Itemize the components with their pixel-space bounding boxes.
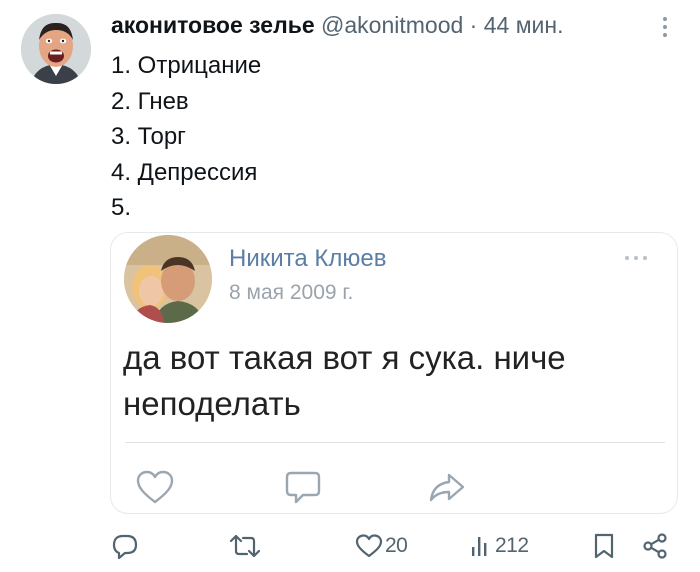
retweet-button[interactable] [229,528,261,564]
tweet-line: 2. Гнев [111,87,189,115]
more-options-icon[interactable] [655,14,675,40]
quoted-post-date: 8 мая 2009 г. [229,281,354,304]
views-bar-chart-icon [472,537,487,556]
tweet-line: 4. Депрессия [111,158,258,186]
reply-icon [112,534,138,560]
bookmark-button[interactable] [593,528,615,564]
quoted-avatar [124,235,212,323]
heart-outline-icon [135,469,175,507]
like-button[interactable]: 20 [355,528,408,564]
share-button[interactable] [641,528,669,564]
quoted-divider [125,442,665,443]
comment-bubble-icon [283,469,323,507]
author-avatar[interactable] [21,14,91,84]
tweet-text: 1. Отрицание 2. Гнев 3. Торг 4. Депресси… [111,48,261,226]
retweet-icon [229,534,261,558]
embedded-image-card[interactable]: Никита Клюев 8 мая 2009 г. да вот такая … [110,232,678,514]
view-count: 212 [495,534,529,557]
tweet-line: 1. Отрицание [111,52,262,79]
separator: · [469,12,478,38]
like-count: 20 [385,534,408,557]
tweet-header: аконитовое зелье @akonitmood · 44 мин. [111,12,563,39]
display-name[interactable]: аконитовое зелье [111,12,315,38]
tweet-line: 5. [111,194,132,221]
quoted-author-name: Никита Клюев [229,245,387,272]
bookmark-icon [594,533,614,559]
quoted-more-icon [621,253,651,263]
views-button[interactable]: 212 [469,528,529,564]
heart-icon [355,534,383,558]
handle[interactable]: @akonitmood [321,12,463,38]
tweet-line: 3. Торг [111,123,186,150]
quoted-post-text: да вот такая вот я сука. ниче неподелать [123,339,566,422]
share-icon [643,533,667,559]
reply-button[interactable] [111,528,139,564]
timestamp[interactable]: 44 мин. [484,12,564,38]
quoted-avatar-image [124,235,212,323]
avatar-image [21,14,91,84]
share-arrow-icon [427,469,467,507]
tweet-action-bar: 20 212 [0,528,700,568]
